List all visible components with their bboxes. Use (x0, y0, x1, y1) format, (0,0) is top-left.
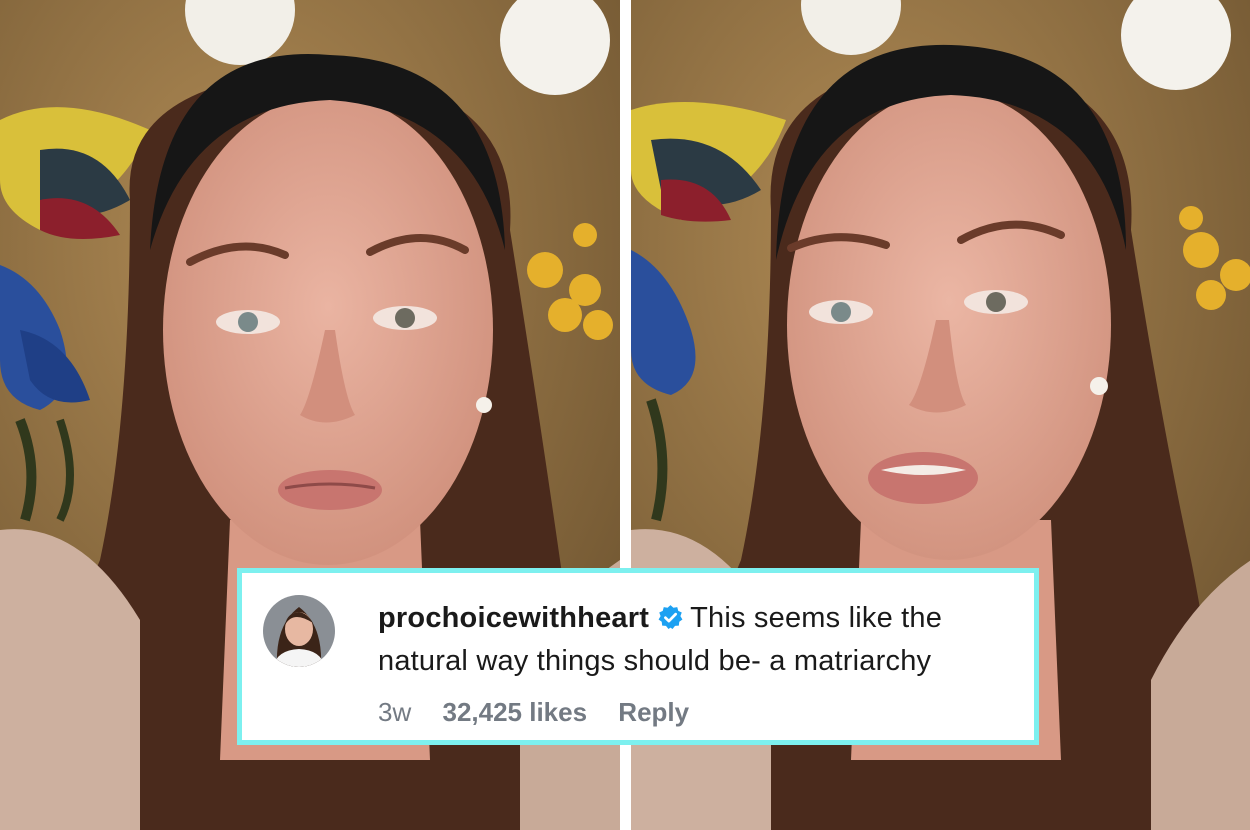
verified-badge-icon (658, 605, 683, 629)
comment-card: prochoicewithheart This seems like the na… (237, 568, 1039, 745)
avatar-icon (263, 595, 335, 667)
comment-body: prochoicewithheart This seems like the na… (378, 597, 1028, 683)
comment-meta: 3w 32,425 likes Reply (378, 697, 713, 728)
profile-avatar[interactable] (263, 595, 335, 667)
reply-button[interactable]: Reply (618, 697, 689, 727)
comment-time: 3w (378, 697, 412, 727)
comment-username[interactable]: prochoicewithheart (378, 602, 649, 634)
comment-likes[interactable]: 32,425 likes (442, 697, 587, 727)
